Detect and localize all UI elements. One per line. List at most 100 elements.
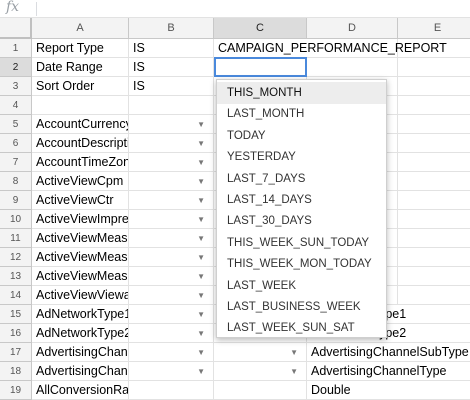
cell-e5[interactable] [398, 115, 470, 134]
cell-c17[interactable]: ▼ [214, 343, 307, 362]
cell-b14[interactable]: ▼ [129, 286, 214, 305]
row-header-3[interactable]: 3 [0, 77, 32, 96]
dropdown-arrow-icon[interactable]: ▼ [197, 343, 205, 361]
cell-b8[interactable]: ▼ [129, 172, 214, 191]
cell-e15[interactable] [398, 305, 470, 324]
row-header-16[interactable]: 16 [0, 324, 32, 343]
cell-b7[interactable]: ▼ [129, 153, 214, 172]
row-header-10[interactable]: 10 [0, 210, 32, 229]
cell-a7[interactable]: AccountTimeZone [32, 153, 129, 172]
dropdown-arrow-icon[interactable]: ▼ [197, 153, 205, 171]
formula-bar[interactable]: fx [0, 0, 470, 18]
row-header-2[interactable]: 2 [0, 58, 32, 77]
dropdown-arrow-icon[interactable]: ▼ [290, 362, 298, 380]
cell-c1[interactable]: CAMPAIGN_PERFORMANCE_REPORT [214, 39, 447, 58]
dropdown-option[interactable]: TODAY [217, 125, 386, 147]
dropdown-arrow-icon[interactable]: ▼ [197, 286, 205, 304]
cell-a10[interactable]: ActiveViewImpressions [32, 210, 129, 229]
cell-b3[interactable]: IS [129, 77, 214, 96]
cell-c18[interactable]: ▼ [214, 362, 307, 381]
row-header-18[interactable]: 18 [0, 362, 32, 381]
cell-b16[interactable]: ▼ [129, 324, 214, 343]
row-header-14[interactable]: 14 [0, 286, 32, 305]
cell-a19[interactable]: AllConversionRate [32, 381, 129, 400]
cell-e7[interactable] [398, 153, 470, 172]
dropdown-arrow-icon[interactable]: ▼ [197, 324, 205, 342]
dropdown-arrow-icon[interactable]: ▼ [197, 267, 205, 285]
cell-b18[interactable]: ▼ [129, 362, 214, 381]
row-header-1[interactable]: 1 [0, 39, 32, 58]
date-range-dropdown[interactable]: THIS_MONTH LAST_MONTH TODAY YESTERDAY LAST_7… [216, 79, 387, 338]
dropdown-arrow-icon[interactable]: ▼ [197, 134, 205, 152]
cell-a14[interactable]: ActiveViewViewability [32, 286, 129, 305]
cell-a18[interactable]: AdvertisingChannelType [32, 362, 129, 381]
dropdown-arrow-icon[interactable]: ▼ [197, 248, 205, 266]
dropdown-arrow-icon[interactable]: ▼ [290, 343, 298, 361]
cell-e16[interactable] [398, 324, 470, 343]
dropdown-option[interactable]: LAST_14_DAYS [217, 189, 386, 211]
active-cell-c2[interactable] [214, 57, 307, 77]
row-header-4[interactable]: 4 [0, 96, 32, 115]
cell-a12[interactable]: ActiveViewMeasurableCost [32, 248, 129, 267]
cell-a5[interactable]: AccountCurrencyCode [32, 115, 129, 134]
dropdown-option[interactable]: THIS_WEEK_MON_TODAY [217, 253, 386, 275]
row-header-9[interactable]: 9 [0, 191, 32, 210]
column-header-c[interactable]: C [214, 18, 307, 39]
cell-a2[interactable]: Date Range [32, 58, 129, 77]
dropdown-option[interactable]: YESTERDAY [217, 146, 386, 168]
cell-a1[interactable]: Report Type [32, 39, 129, 58]
column-header-d[interactable]: D [307, 18, 398, 39]
cell-d18[interactable]: AdvertisingChannelType [307, 362, 447, 381]
column-header-e[interactable]: E [398, 18, 470, 39]
cell-a8[interactable]: ActiveViewCpm [32, 172, 129, 191]
dropdown-arrow-icon[interactable]: ▼ [197, 210, 205, 228]
row-header-7[interactable]: 7 [0, 153, 32, 172]
cell-e14[interactable] [398, 286, 470, 305]
cell-a11[interactable]: ActiveViewMeasurability [32, 229, 129, 248]
row-header-15[interactable]: 15 [0, 305, 32, 324]
dropdown-option[interactable]: LAST_30_DAYS [217, 210, 386, 232]
cell-d17[interactable]: AdvertisingChannelSubType [307, 343, 469, 362]
column-header-a[interactable]: A [32, 18, 129, 39]
cell-b17[interactable]: ▼ [129, 343, 214, 362]
cell-b4[interactable] [129, 96, 214, 115]
cell-e2[interactable] [398, 58, 470, 77]
cell-b1[interactable]: IS [129, 39, 214, 58]
dropdown-arrow-icon[interactable]: ▼ [197, 191, 205, 209]
dropdown-arrow-icon[interactable]: ▼ [197, 172, 205, 190]
cell-e4[interactable] [398, 96, 470, 115]
dropdown-option[interactable]: THIS_WEEK_SUN_TODAY [217, 232, 386, 254]
dropdown-option[interactable]: LAST_BUSINESS_WEEK [217, 296, 386, 318]
cell-a9[interactable]: ActiveViewCtr [32, 191, 129, 210]
dropdown-arrow-icon[interactable]: ▼ [197, 115, 205, 133]
cell-a13[interactable]: ActiveViewMeasurableImpressions [32, 267, 129, 286]
cell-b10[interactable]: ▼ [129, 210, 214, 229]
row-header-5[interactable]: 5 [0, 115, 32, 134]
cell-e6[interactable] [398, 134, 470, 153]
row-header-19[interactable]: 19 [0, 381, 32, 400]
column-header-b[interactable]: B [129, 18, 214, 39]
dropdown-option[interactable]: LAST_WEEK [217, 275, 386, 297]
cell-b13[interactable]: ▼ [129, 267, 214, 286]
row-header-8[interactable]: 8 [0, 172, 32, 191]
row-header-12[interactable]: 12 [0, 248, 32, 267]
cell-a16[interactable]: AdNetworkType2 [32, 324, 129, 343]
row-header-17[interactable]: 17 [0, 343, 32, 362]
cell-e11[interactable] [398, 229, 470, 248]
cell-e19[interactable] [398, 381, 470, 400]
cell-b12[interactable]: ▼ [129, 248, 214, 267]
cell-b2[interactable]: IS [129, 58, 214, 77]
dropdown-option[interactable]: LAST_MONTH [217, 103, 386, 125]
cell-d2[interactable] [307, 58, 398, 77]
cell-a15[interactable]: AdNetworkType1 [32, 305, 129, 324]
dropdown-option[interactable]: LAST_7_DAYS [217, 168, 386, 190]
cell-a17[interactable]: AdvertisingChannelSubType [32, 343, 129, 362]
cell-c19[interactable] [214, 381, 307, 400]
dropdown-arrow-icon[interactable]: ▼ [197, 362, 205, 380]
cell-b19[interactable] [129, 381, 214, 400]
row-header-13[interactable]: 13 [0, 267, 32, 286]
cell-e8[interactable] [398, 172, 470, 191]
cell-b15[interactable]: ▼ [129, 305, 214, 324]
row-header-11[interactable]: 11 [0, 229, 32, 248]
dropdown-arrow-icon[interactable]: ▼ [197, 305, 205, 323]
